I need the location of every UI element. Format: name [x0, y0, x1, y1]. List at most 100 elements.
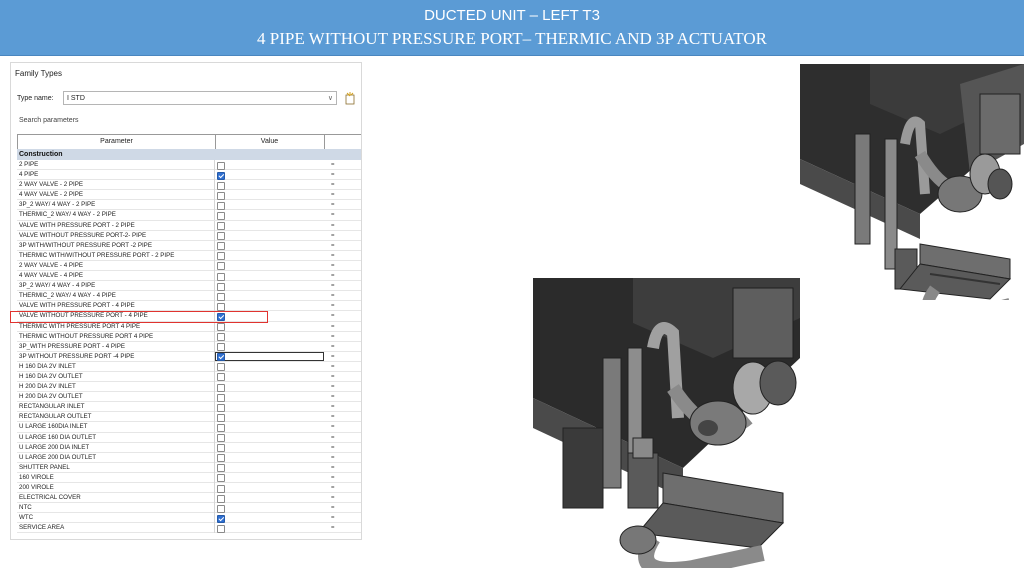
parameter-checkbox[interactable] — [217, 494, 225, 503]
parameter-checkbox[interactable] — [217, 171, 225, 180]
parameter-row[interactable]: H 200 DIA 2V INLET = — [17, 382, 361, 393]
column-value[interactable]: Value — [215, 135, 325, 149]
formula-cell[interactable]: = — [331, 493, 335, 503]
parameter-checkbox[interactable] — [217, 222, 225, 231]
parameter-checkbox[interactable] — [217, 444, 225, 453]
parameter-checkbox[interactable] — [217, 464, 225, 473]
value-cell-focus[interactable] — [215, 351, 324, 361]
formula-cell[interactable]: = — [331, 523, 335, 533]
formula-cell[interactable]: = — [331, 251, 335, 261]
group-header-construction[interactable]: Construction — [17, 149, 361, 160]
parameter-checkbox[interactable] — [217, 413, 225, 422]
parameter-row[interactable]: H 160 DIA 2V INLET = — [17, 361, 361, 372]
parameter-row[interactable]: THERMIC_2 WAY/ 4 WAY - 2 PIPE = — [17, 210, 361, 221]
parameter-row[interactable]: 3P WITHOUT PRESSURE PORT -4 PIPE = — [17, 351, 361, 362]
formula-cell[interactable]: = — [331, 513, 335, 523]
parameter-row[interactable]: 4 WAY VALVE - 4 PIPE = — [17, 271, 361, 282]
parameter-row[interactable]: 200 VIROLE = — [17, 483, 361, 494]
formula-cell[interactable]: = — [331, 200, 335, 210]
parameter-row[interactable]: THERMIC WITHOUT PRESSURE PORT 4 PIPE = — [17, 331, 361, 342]
parameter-checkbox[interactable] — [217, 454, 225, 463]
formula-cell[interactable]: = — [331, 453, 335, 463]
parameter-row[interactable]: 4 WAY VALVE - 2 PIPE = — [17, 190, 361, 201]
parameter-checkbox[interactable] — [217, 161, 225, 170]
parameter-row[interactable]: H 160 DIA 2V OUTLET = — [17, 371, 361, 383]
parameter-row[interactable]: 2 WAY VALVE - 2 PIPE = — [17, 180, 361, 191]
formula-cell[interactable]: = — [331, 463, 335, 473]
parameter-checkbox[interactable] — [217, 323, 225, 331]
formula-cell[interactable]: = — [331, 443, 335, 453]
formula-cell[interactable]: = — [331, 281, 335, 291]
formula-cell[interactable]: = — [331, 342, 335, 352]
parameter-row[interactable]: 2 PIPE = — [17, 160, 361, 171]
formula-cell[interactable]: = — [331, 160, 335, 170]
formula-cell[interactable]: = — [331, 503, 335, 513]
formula-cell[interactable]: = — [331, 180, 335, 190]
parameter-row[interactable]: 4 PIPE = — [17, 170, 361, 181]
parameter-checkbox[interactable] — [217, 211, 225, 220]
formula-cell[interactable]: = — [331, 372, 335, 382]
parameter-row[interactable]: NTC = — [17, 503, 361, 514]
formula-cell[interactable]: = — [331, 362, 335, 372]
formula-cell[interactable]: = — [331, 271, 335, 281]
parameter-row[interactable]: RECTANGULAR INLET = — [17, 402, 361, 413]
parameter-checkbox[interactable] — [217, 333, 225, 342]
parameter-checkbox[interactable] — [217, 181, 225, 190]
parameter-row[interactable]: H 200 DIA 2V OUTLET = — [17, 392, 361, 403]
parameter-row[interactable]: ELECTRICAL COVER = — [17, 493, 361, 504]
parameter-checkbox[interactable] — [217, 343, 225, 352]
parameter-row[interactable]: U LARGE 200 DIA INLET = — [17, 442, 361, 453]
parameter-checkbox[interactable] — [217, 434, 225, 443]
parameter-row[interactable]: VALVE WITH PRESSURE PORT - 4 PIPE = — [17, 301, 361, 312]
parameter-row[interactable]: 3P_WITH PRESSURE PORT - 4 PIPE = — [17, 341, 361, 352]
formula-cell[interactable]: = — [331, 433, 335, 443]
formula-cell[interactable]: = — [331, 412, 335, 422]
formula-cell[interactable]: = — [331, 170, 335, 180]
parameter-checkbox[interactable] — [217, 393, 225, 402]
formula-cell[interactable]: = — [331, 483, 335, 493]
formula-cell[interactable]: = — [331, 332, 335, 342]
parameter-checkbox[interactable] — [217, 524, 225, 533]
parameter-row[interactable]: 3P_2 WAY/ 4 WAY - 2 PIPE = — [17, 200, 361, 211]
parameter-checkbox[interactable] — [217, 363, 225, 372]
parameter-row[interactable]: THERMIC_2 WAY/ 4 WAY - 4 PIPE = — [17, 291, 361, 302]
search-parameters-input[interactable]: Search parameters — [15, 115, 359, 127]
parameter-row[interactable]: 3P_2 WAY/ 4 WAY - 4 PIPE = — [17, 281, 361, 292]
parameter-row[interactable]: THERMIC WITH PRESSURE PORT 4 PIPE = — [17, 321, 361, 332]
formula-cell[interactable]: = — [331, 241, 335, 251]
parameter-checkbox[interactable] — [217, 292, 225, 301]
formula-cell[interactable]: = — [331, 473, 335, 483]
formula-cell[interactable]: = — [331, 382, 335, 392]
formula-cell[interactable]: = — [331, 402, 335, 412]
formula-cell[interactable]: = — [331, 322, 335, 332]
parameter-checkbox[interactable] — [217, 272, 225, 281]
formula-cell[interactable]: = — [331, 190, 335, 200]
formula-cell[interactable]: = — [331, 291, 335, 301]
parameter-checkbox[interactable] — [217, 383, 225, 392]
parameter-row[interactable]: SERVICE AREA = — [17, 523, 361, 534]
formula-cell[interactable]: = — [331, 231, 335, 241]
parameter-row[interactable]: 3P WITH/WITHOUT PRESSURE PORT -2 PIPE = — [17, 240, 361, 251]
parameter-row[interactable]: U LARGE 200 DIA OUTLET = — [17, 452, 361, 463]
parameter-checkbox[interactable] — [217, 403, 225, 412]
formula-cell[interactable]: = — [331, 311, 335, 321]
parameter-checkbox[interactable] — [217, 282, 225, 291]
parameter-checkbox[interactable] — [217, 514, 225, 523]
parameter-row[interactable]: 160 VIROLE = — [17, 472, 361, 483]
parameter-row[interactable]: VALVE WITHOUT PRESSURE PORT-2- PIPE = — [17, 230, 361, 241]
parameter-row[interactable]: SHUTTER PANEL = — [17, 462, 361, 473]
parameter-row[interactable]: 2 WAY VALVE - 4 PIPE = — [17, 260, 361, 272]
parameter-checkbox[interactable] — [217, 232, 225, 241]
parameter-checkbox[interactable] — [217, 302, 225, 311]
parameter-row[interactable]: THERMIC WITH/WITHOUT PRESSURE PORT - 2 P… — [17, 250, 361, 261]
parameter-checkbox[interactable] — [217, 423, 225, 432]
parameter-checkbox[interactable] — [217, 242, 225, 251]
formula-cell[interactable]: = — [331, 422, 335, 432]
parameter-checkbox[interactable] — [217, 191, 225, 200]
formula-cell[interactable]: = — [331, 392, 335, 402]
parameter-row[interactable]: U LARGE 160 DIA OUTLET = — [17, 432, 361, 443]
parameter-checkbox[interactable] — [217, 262, 225, 271]
parameter-checkbox[interactable] — [217, 504, 225, 513]
type-name-dropdown[interactable]: I STD ∨ — [63, 91, 337, 105]
parameter-checkbox[interactable] — [217, 353, 225, 362]
